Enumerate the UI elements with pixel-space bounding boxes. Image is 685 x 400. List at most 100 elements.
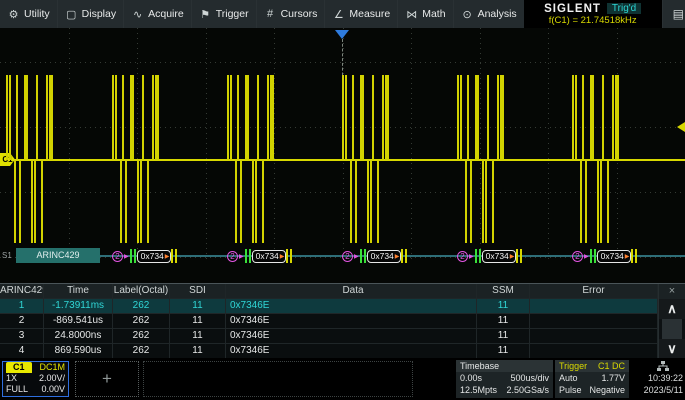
trigger-status-badge: Trig'd bbox=[607, 3, 641, 14]
word-end-marker bbox=[516, 249, 522, 263]
word-start-marker bbox=[475, 249, 481, 263]
scrollbar-thumb[interactable] bbox=[662, 319, 682, 339]
pulse-bar bbox=[240, 160, 242, 243]
pulse-bar bbox=[477, 75, 479, 160]
table-row[interactable]: 2 -869.541us 262 11 0x7346E 11 bbox=[0, 314, 685, 329]
bubble-label-circle: 2 bbox=[342, 251, 353, 262]
cell-data: 0x7346E bbox=[226, 344, 477, 358]
truncation-arrow-icon: ▶ bbox=[395, 253, 400, 260]
bubble-label-circle: 2 bbox=[572, 251, 583, 262]
pulse-bar bbox=[585, 160, 587, 243]
bubble-label-circle: 2 bbox=[112, 251, 123, 262]
menu-item-measure[interactable]: ∠ Measure bbox=[324, 0, 397, 28]
pulse-bar bbox=[155, 75, 159, 160]
cell-label: 262 bbox=[113, 314, 170, 328]
trigger-level-marker[interactable] bbox=[677, 122, 685, 132]
menu-item-math[interactable]: ⋈ Math bbox=[397, 0, 452, 28]
cell-error bbox=[530, 299, 658, 313]
pulse-bar bbox=[9, 75, 11, 160]
scroll-down-icon[interactable]: ∨ bbox=[659, 339, 685, 359]
close-icon[interactable]: × bbox=[659, 284, 685, 299]
cell-sdi: 11 bbox=[170, 314, 226, 328]
table-row[interactable]: 4 869.590us 262 11 0x7346E 11 bbox=[0, 344, 685, 359]
scroll-up-icon[interactable]: ∧ bbox=[659, 299, 685, 319]
channel-probe: 1X bbox=[6, 373, 17, 384]
pulse-bar bbox=[492, 160, 494, 243]
timebase-title: Timebase bbox=[460, 360, 499, 372]
timebase-box[interactable]: Timebase 0.00s 500us/div 12.5Mpts 2.50GS… bbox=[456, 360, 553, 398]
gridline-v bbox=[548, 28, 549, 260]
word-start-marker bbox=[360, 249, 366, 263]
gridline-v bbox=[274, 28, 275, 260]
pulse-bar bbox=[125, 160, 127, 243]
menu-item-analysis[interactable]: ⊙ Analysis bbox=[453, 0, 524, 28]
truncation-arrow-icon: ▶ bbox=[165, 253, 170, 260]
channel-bandwidth: FULL bbox=[6, 384, 28, 395]
truncation-arrow-icon: ▶ bbox=[354, 253, 359, 260]
col-header-label: Label(Octal) bbox=[113, 284, 170, 298]
menu-item-cursors[interactable]: # Cursors bbox=[256, 0, 325, 28]
pulse-bar bbox=[470, 160, 472, 243]
cell-label: 262 bbox=[113, 299, 170, 313]
display-icon: ▢ bbox=[65, 8, 78, 21]
bubble-data-pill: 0x734▶ bbox=[252, 250, 287, 263]
add-channel-button[interactable]: + bbox=[75, 361, 139, 397]
cell-time: -869.541us bbox=[44, 314, 113, 328]
menu-label: Trigger bbox=[216, 8, 249, 20]
table-row[interactable]: 1 -1.73911ms 262 11 0x7346E 11 bbox=[0, 299, 685, 314]
menu-item-trigger[interactable]: ⚑ Trigger bbox=[191, 0, 256, 28]
waveform-area[interactable]: C1 S1 ARINC429 2▶0x734▶2▶0x734▶2▶0x734▶2… bbox=[0, 28, 685, 283]
measure-icon: ∠ bbox=[332, 8, 345, 21]
pulse-bar bbox=[465, 160, 467, 243]
pulse-bar bbox=[14, 160, 16, 243]
cell-data: 0x7346E bbox=[226, 314, 477, 328]
cell-sdi: 11 bbox=[170, 344, 226, 358]
frequency-readout: f(C1) = 21.74518kHz bbox=[532, 15, 654, 26]
cell-sdi: 11 bbox=[170, 329, 226, 343]
bubble-label-circle: 2 bbox=[457, 251, 468, 262]
decode-bubble: 2▶0x734▶ bbox=[572, 249, 637, 263]
menu-label: Analysis bbox=[478, 8, 517, 20]
trigger-level: 1.77V bbox=[601, 372, 625, 384]
decode-table: ARINC429 Time Label(Octal) SDI Data SSM … bbox=[0, 283, 685, 358]
empty-channel-slot[interactable] bbox=[143, 361, 413, 397]
menu-item-utility[interactable]: ⚙ Utility bbox=[0, 0, 57, 28]
table-row[interactable]: 3 24.8000ns 262 11 0x7346E 11 bbox=[0, 329, 685, 344]
truncation-arrow-icon: ▶ bbox=[124, 253, 129, 260]
gridline-v bbox=[411, 28, 412, 260]
pulse-bar bbox=[352, 75, 354, 160]
trigger-box[interactable]: Trigger C1 DC Auto 1.77V Pulse Negative bbox=[555, 360, 629, 398]
cell-ssm: 11 bbox=[477, 329, 530, 343]
cell-error bbox=[530, 344, 658, 358]
menu-label: Cursors bbox=[281, 8, 318, 20]
channel-name-tab: C1 bbox=[6, 362, 32, 373]
pulse-bar bbox=[49, 75, 53, 160]
cell-label: 262 bbox=[113, 344, 170, 358]
word-end-marker bbox=[401, 249, 407, 263]
col-header-data: Data bbox=[226, 284, 477, 298]
bubble-data-pill: 0x734▶ bbox=[367, 250, 402, 263]
word-start-marker bbox=[130, 249, 136, 263]
pulse-bar bbox=[487, 75, 489, 160]
pulse-bar bbox=[607, 160, 609, 243]
analysis-icon: ⊙ bbox=[461, 8, 474, 21]
pulse-bar bbox=[230, 75, 232, 160]
pulse-bar bbox=[485, 160, 487, 243]
pulse-bar bbox=[147, 160, 149, 243]
arinc429-config-button[interactable]: ▤ ARINC429 CONFIG bbox=[662, 0, 685, 28]
pulse-bar bbox=[41, 160, 43, 243]
cell-index: 3 bbox=[0, 329, 44, 343]
decoder-bus-badge[interactable]: ARINC429 bbox=[16, 248, 100, 263]
brand-logo: SIGLENT bbox=[544, 3, 601, 15]
menu-item-display[interactable]: ▢ Display bbox=[57, 0, 123, 28]
channel-1-box[interactable]: C1 DC1M 1X 2.00V/ FULL 0.00V bbox=[2, 361, 69, 397]
col-header-time: Time bbox=[44, 284, 113, 298]
trigger-position-indicator[interactable] bbox=[335, 30, 349, 39]
trigger-source: C1 DC bbox=[598, 360, 625, 372]
pulse-bar bbox=[120, 160, 122, 243]
pulse-bar bbox=[345, 75, 347, 160]
menu-item-acquire[interactable]: ∿ Acquire bbox=[123, 0, 191, 28]
pulse-bar bbox=[115, 75, 117, 160]
gridline-v bbox=[69, 28, 70, 260]
decode-bubble: 2▶0x734▶ bbox=[227, 249, 292, 263]
